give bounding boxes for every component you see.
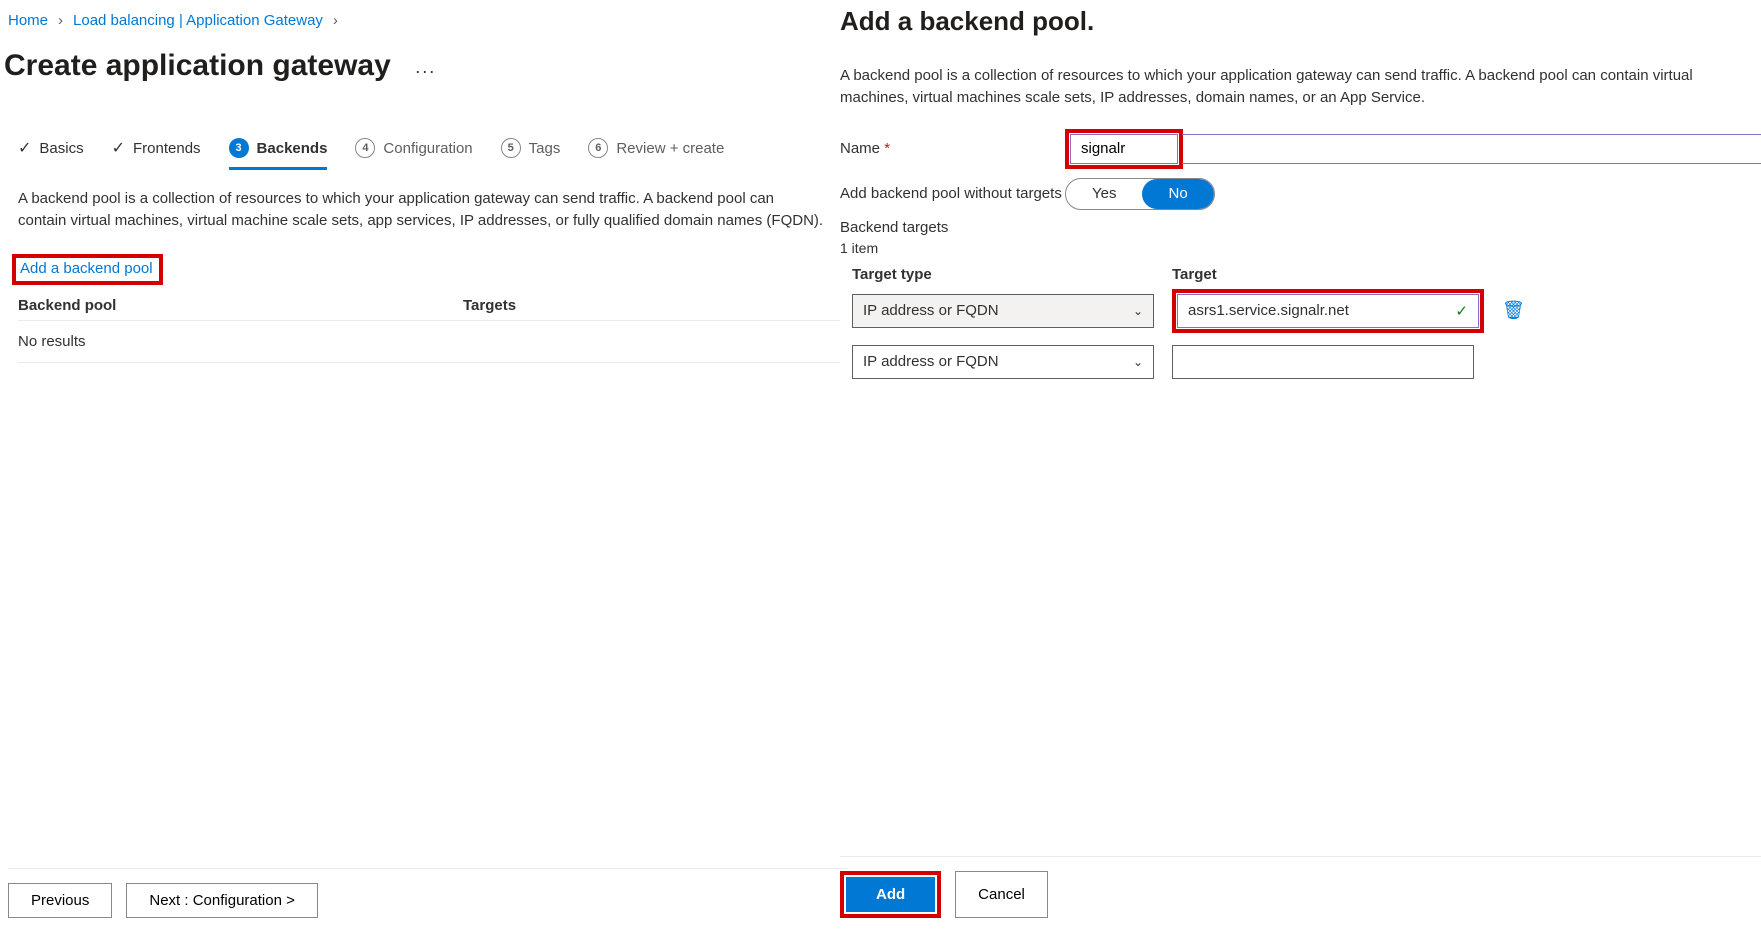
next-button[interactable]: Next : Configuration > xyxy=(126,883,318,918)
col-backend-pool: Backend pool xyxy=(18,297,463,314)
backend-targets-table: Target type Target IP address or FQDN ⌄ … xyxy=(840,260,1761,379)
backend-targets-label: Backend targets xyxy=(840,219,1761,236)
side-panel-description: A backend pool is a collection of resour… xyxy=(840,65,1760,109)
breadcrumb-load-balancing[interactable]: Load balancing | Application Gateway xyxy=(73,12,323,29)
without-targets-label: Add backend pool without targets xyxy=(840,184,1065,204)
step-backends-label: Backends xyxy=(257,140,328,157)
step-tags[interactable]: 5 Tags xyxy=(501,138,561,168)
delete-icon[interactable]: 🗑 xyxy=(1502,300,1525,321)
step-frontends-label: Frontends xyxy=(133,140,201,157)
breadcrumb: Home › Load balancing | Application Gate… xyxy=(4,12,840,29)
without-targets-row: Add backend pool without targets Yes No xyxy=(840,177,1761,211)
main-page: Home › Load balancing | Application Gate… xyxy=(0,0,840,938)
without-targets-toggle[interactable]: Yes No xyxy=(1065,178,1215,210)
highlight-box xyxy=(1065,129,1183,169)
target-row: IP address or FQDN ⌄ xyxy=(852,345,1761,379)
table-row-empty: No results xyxy=(18,321,840,363)
more-icon[interactable]: ··· xyxy=(415,51,436,82)
chevron-right-icon: › xyxy=(333,12,338,29)
target-value: asrs1.service.signalr.net xyxy=(1188,302,1349,319)
target-row: IP address or FQDN ⌄ asrs1.service.signa… xyxy=(852,289,1761,333)
step-number-badge: 6 xyxy=(588,138,608,158)
breadcrumb-home[interactable]: Home xyxy=(8,12,48,29)
step-frontends[interactable]: Frontends xyxy=(112,138,201,168)
chevron-right-icon: › xyxy=(58,12,63,29)
step-number-badge: 3 xyxy=(229,138,249,158)
step-basics[interactable]: Basics xyxy=(18,138,84,168)
check-icon xyxy=(18,138,31,158)
highlight-box: Add xyxy=(840,871,941,918)
target-input[interactable] xyxy=(1172,345,1474,379)
item-count: 1 item xyxy=(840,240,1761,256)
page-title: Create application gateway xyxy=(4,49,391,83)
check-icon xyxy=(112,138,125,158)
add-backend-pool-link[interactable]: Add a backend pool xyxy=(20,260,153,277)
col-target: Target xyxy=(1172,266,1217,283)
side-panel-footer: Add Cancel xyxy=(840,856,1761,918)
step-backends[interactable]: 3 Backends xyxy=(229,138,328,168)
name-input[interactable] xyxy=(1070,134,1178,164)
side-panel: Add a backend pool. A backend pool is a … xyxy=(840,0,1761,938)
chevron-down-icon: ⌄ xyxy=(1133,355,1143,369)
toggle-yes[interactable]: Yes xyxy=(1066,179,1142,209)
target-type-select[interactable]: IP address or FQDN ⌄ xyxy=(852,294,1154,328)
step-review-label: Review + create xyxy=(616,140,724,157)
cancel-button[interactable]: Cancel xyxy=(955,871,1048,918)
side-panel-title: Add a backend pool. xyxy=(840,6,1761,37)
wizard-footer: Previous Next : Configuration > xyxy=(8,868,848,918)
step-basics-label: Basics xyxy=(39,140,83,157)
col-target-type: Target type xyxy=(852,266,1172,283)
highlight-box: Add a backend pool xyxy=(12,254,163,285)
intro-text: A backend pool is a collection of resour… xyxy=(4,188,824,232)
required-indicator: * xyxy=(884,140,890,157)
step-configuration-label: Configuration xyxy=(383,140,472,157)
step-review[interactable]: 6 Review + create xyxy=(588,138,724,168)
previous-button[interactable]: Previous xyxy=(8,883,112,918)
chevron-down-icon: ⌄ xyxy=(1133,304,1143,318)
step-number-badge: 5 xyxy=(501,138,521,158)
add-button[interactable]: Add xyxy=(846,877,935,912)
backend-pools-table: Backend pool Targets No results xyxy=(4,291,840,363)
name-input-extension xyxy=(1182,134,1761,164)
target-type-value: IP address or FQDN xyxy=(863,353,999,370)
wizard-steps: Basics Frontends 3 Backends 4 Configurat… xyxy=(4,138,840,168)
step-configuration[interactable]: 4 Configuration xyxy=(355,138,472,168)
target-type-value: IP address or FQDN xyxy=(863,302,999,319)
target-type-select[interactable]: IP address or FQDN ⌄ xyxy=(852,345,1154,379)
name-label: Name xyxy=(840,140,880,157)
toggle-no[interactable]: No xyxy=(1142,179,1213,209)
step-tags-label: Tags xyxy=(529,140,561,157)
target-input[interactable]: asrs1.service.signalr.net ✓ xyxy=(1177,294,1479,328)
check-icon: ✓ xyxy=(1455,302,1468,320)
highlight-box: asrs1.service.signalr.net ✓ xyxy=(1172,289,1484,333)
step-number-badge: 4 xyxy=(355,138,375,158)
col-targets: Targets xyxy=(463,297,516,314)
name-row: Name * xyxy=(840,129,1761,169)
